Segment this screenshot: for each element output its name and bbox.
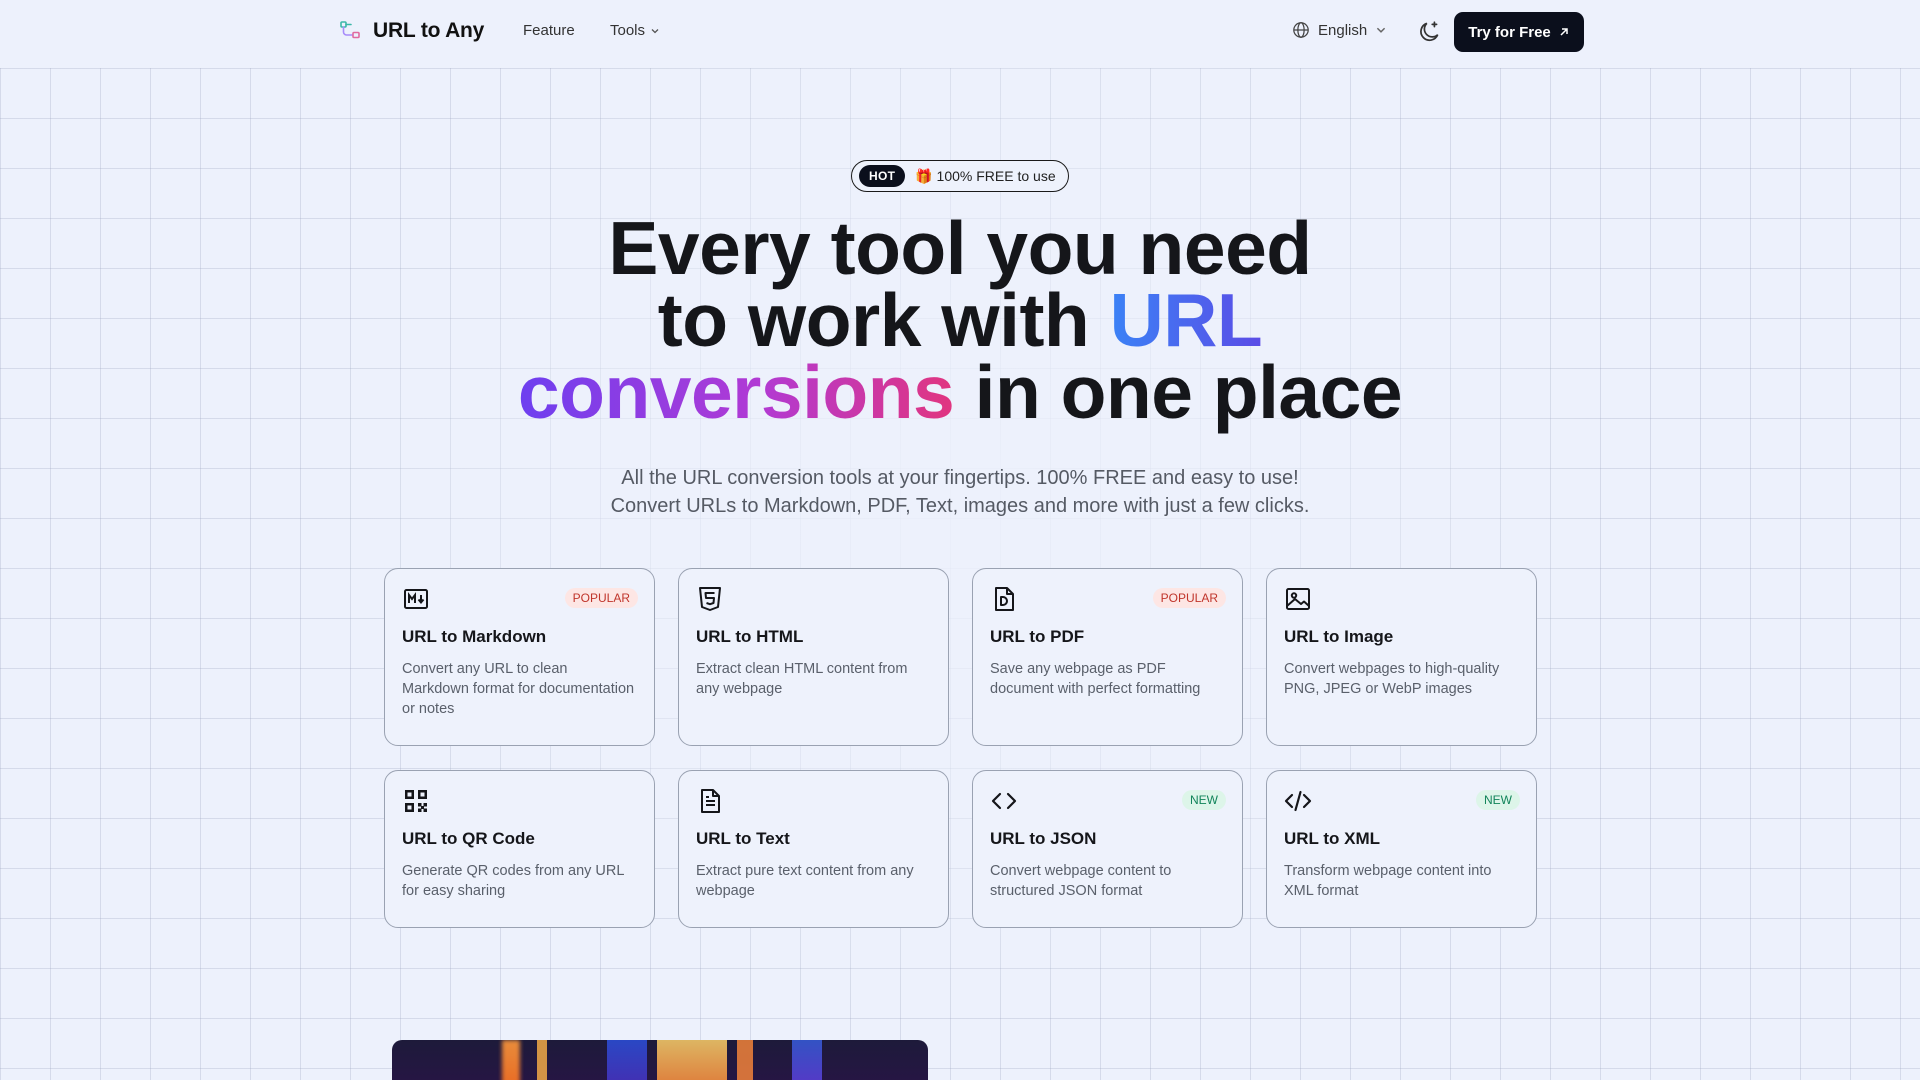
tool-card-url-to-json[interactable]: NEW URL to JSON Convert webpage content … <box>972 770 1243 928</box>
nav-tools-dropdown[interactable]: Tools <box>610 22 660 39</box>
new-badge: NEW <box>1476 790 1520 810</box>
top-nav: URL to Any Feature Tools English Try for… <box>0 0 1920 64</box>
card-description: Convert any URL to clean Markdown format… <box>402 661 635 717</box>
card-description: Save any webpage as PDF document with pe… <box>990 661 1201 697</box>
tool-card-url-to-html[interactable]: URL to HTML Extract clean HTML content f… <box>678 568 949 746</box>
logo-icon <box>340 21 360 39</box>
page: URL to Any Feature Tools English Try for… <box>0 0 1920 1080</box>
card-description: Extract clean HTML content from any webp… <box>696 661 908 697</box>
card-description: Convert webpages to high-quality PNG, JP… <box>1284 661 1500 697</box>
popular-badge: POPULAR <box>1152 588 1226 608</box>
try-for-free-button[interactable]: Try for Free <box>1454 12 1584 52</box>
chevron-down-icon <box>1377 27 1386 33</box>
card-title: URL to JSON <box>990 829 1097 848</box>
code-brackets-icon <box>991 792 1017 810</box>
chevron-down-icon <box>651 28 659 33</box>
image-icon <box>1286 588 1310 610</box>
free-text: 🎁 100% FREE to use <box>915 167 1056 184</box>
theme-toggle-moon-icon[interactable] <box>1416 19 1442 45</box>
hero-subtitle: All the URL conversion tools at your fin… <box>610 467 1310 517</box>
card-title: URL to PDF <box>990 627 1085 646</box>
text-file-icon <box>701 789 720 813</box>
card-description: Generate QR codes from any URL for easy … <box>402 863 624 899</box>
popular-badge: POPULAR <box>564 588 638 608</box>
logo-text: URL to Any <box>373 19 485 42</box>
nav-feature-link[interactable]: Feature <box>523 22 575 39</box>
language-label: English <box>1318 21 1368 39</box>
card-title: URL to Image <box>1284 627 1394 646</box>
html5-icon <box>699 587 721 611</box>
preview-image <box>392 1040 928 1080</box>
tool-card-url-to-pdf[interactable]: POPULAR URL to PDF Save any webpage as P… <box>972 568 1243 746</box>
card-description: Extract pure text content from any webpa… <box>696 863 914 899</box>
hot-badge: HOT <box>859 165 906 187</box>
tool-card-url-to-qr-code[interactable]: URL to QR Code Generate QR codes from an… <box>384 770 655 928</box>
card-title: URL to HTML <box>696 627 804 646</box>
new-badge: NEW <box>1182 790 1226 810</box>
card-title: URL to QR Code <box>402 829 535 848</box>
tool-card-url-to-text[interactable]: URL to Text Extract pure text content fr… <box>678 770 949 928</box>
free-announcement-pill: HOT 🎁 100% FREE to use <box>851 160 1069 192</box>
tool-card-url-to-markdown[interactable]: POPULAR URL to Markdown Convert any URL … <box>384 568 655 746</box>
tool-card-url-to-image[interactable]: URL to Image Convert webpages to high-qu… <box>1266 568 1537 746</box>
card-description: Transform webpage content into XML forma… <box>1284 863 1492 899</box>
globe-icon <box>1293 22 1309 38</box>
markdown-icon <box>404 589 428 609</box>
pdf-file-icon <box>995 587 1014 611</box>
card-description: Convert webpage content to structured JS… <box>990 863 1172 899</box>
arrow-up-right-icon <box>1560 28 1568 36</box>
hero-headline: Every tool you need to work with URL con… <box>517 206 1403 434</box>
qr-code-icon <box>405 790 427 812</box>
language-selector[interactable]: English <box>1292 21 1387 39</box>
card-title: URL to XML <box>1284 829 1381 848</box>
card-title: URL to Text <box>696 829 790 848</box>
code-slash-icon <box>1284 790 1312 812</box>
tool-card-url-to-xml[interactable]: NEW URL to XML Transform webpage content… <box>1266 770 1537 928</box>
logo[interactable]: URL to Any <box>339 19 484 43</box>
card-title: URL to Markdown <box>402 627 547 646</box>
